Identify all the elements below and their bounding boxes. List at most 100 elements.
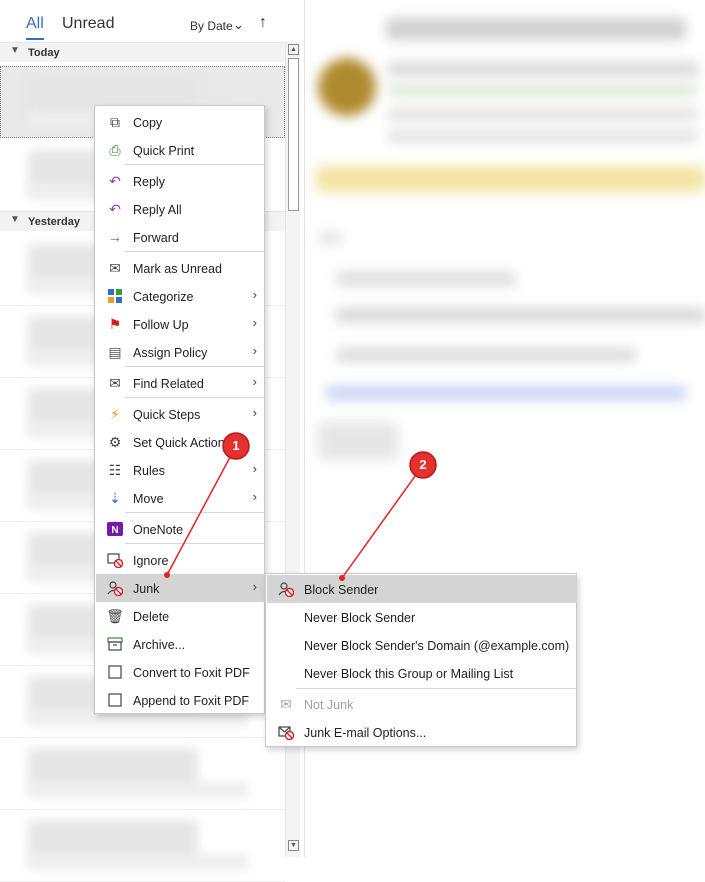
menu-item-reply[interactable]: ↶ Reply (96, 167, 265, 195)
submenu-chevron-icon: › (252, 461, 257, 476)
scroll-down-arrow-icon[interactable]: ▼ (288, 840, 299, 851)
menu-item-reply-all[interactable]: ↶ Reply All (96, 195, 265, 223)
menu-item-not-junk[interactable]: ✉ Not Junk (267, 690, 577, 718)
menu-item-label: Mark as Unread (133, 262, 222, 276)
menu-separator (125, 543, 264, 544)
menu-item-ignore[interactable]: Ignore (96, 546, 265, 574)
trash-icon: 🗑 (106, 608, 124, 624)
menu-separator (125, 251, 264, 252)
blurred-recipients (388, 84, 698, 96)
menu-item-junk-email-options[interactable]: Junk E-mail Options... (267, 718, 577, 746)
submenu-chevron-icon: › (252, 579, 257, 594)
menu-item-label: Block Sender (304, 583, 379, 597)
sort-direction-arrow-icon[interactable]: ↑ (259, 14, 267, 32)
scroll-thumb[interactable] (288, 58, 299, 211)
menu-item-label: Append to Foxit PDF (133, 694, 250, 708)
flag-icon: ⚑ (108, 316, 122, 332)
menu-item-label: Move (133, 492, 164, 506)
avatar (318, 58, 376, 116)
list-item[interactable] (0, 738, 285, 810)
callout-1-number: 1 (232, 438, 240, 453)
menu-item-label: Reply (133, 175, 165, 189)
collapse-chevron-icon[interactable]: ▼ (10, 45, 20, 56)
menu-item-copy[interactable]: ⧉ Copy (96, 108, 265, 136)
menu-item-categorize[interactable]: Categorize › (96, 282, 265, 310)
menu-item-follow-up[interactable]: ⚑ Follow Up › (96, 310, 265, 338)
blurred-line (318, 232, 342, 244)
menu-item-assign-policy[interactable]: ▤ Assign Policy › (96, 338, 265, 366)
ignore-icon (106, 552, 124, 569)
quick-print-icon: ⎙ (109, 142, 121, 158)
menu-item-move[interactable]: ⇣ Move › (96, 484, 265, 512)
blurred-line (336, 272, 516, 286)
menu-item-onenote[interactable]: N OneNote (96, 515, 265, 543)
blurred-line (336, 348, 636, 362)
junk-options-icon (277, 724, 295, 741)
collapse-chevron-icon[interactable]: ▼ (10, 214, 20, 225)
menu-item-archive[interactable]: Archive... (96, 630, 265, 658)
chevron-down-icon[interactable]: ⌄ (233, 17, 244, 33)
menu-item-label: Archive... (133, 638, 186, 652)
menu-item-mark-as-unread[interactable]: ✉ Mark as Unread (96, 254, 265, 282)
copy-icon: ⧉ (110, 114, 120, 130)
submenu-chevron-icon: › (252, 343, 257, 358)
menu-separator (125, 366, 264, 367)
menu-item-label: Find Related (133, 377, 204, 391)
envelope-icon: ✉ (109, 260, 121, 276)
menu-item-label: Categorize (133, 290, 194, 304)
menu-item-rules[interactable]: ☷ Rules › (96, 456, 265, 484)
archive-icon (106, 636, 124, 652)
menu-item-label: Assign Policy (133, 346, 208, 360)
menu-item-label: Junk E-mail Options... (304, 726, 427, 740)
menu-item-find-related[interactable]: ✉ Find Related › (96, 369, 265, 397)
menu-item-never-block-sender[interactable]: Never Block Sender (267, 603, 577, 631)
scroll-up-arrow-icon[interactable]: ▲ (288, 44, 299, 55)
menu-item-junk[interactable]: Junk › (96, 574, 265, 602)
group-label: Yesterday (28, 216, 80, 228)
tab-all[interactable]: All (26, 15, 44, 33)
envelope-icon: ✉ (280, 696, 292, 712)
group-header-today[interactable]: ▼ Today (0, 42, 285, 62)
menu-separator (296, 688, 576, 689)
blurred-link (326, 386, 686, 400)
sort-by-dropdown[interactable]: By Date (190, 19, 233, 33)
list-item[interactable] (0, 810, 285, 882)
policy-icon: ▤ (108, 344, 122, 360)
menu-item-quick-steps[interactable]: ⚡ Quick Steps › (96, 400, 265, 428)
blurred-sender (388, 62, 698, 76)
menu-item-label: Reply All (133, 203, 182, 217)
menu-separator (125, 512, 264, 513)
rules-icon: ☷ (108, 462, 122, 478)
blurred-line (336, 308, 705, 322)
menu-item-never-block-group[interactable]: Never Block this Group or Mailing List (267, 659, 577, 687)
list-header: All Unread By Date ⌄ ↑ (0, 0, 285, 42)
menu-item-block-sender[interactable]: Block Sender (267, 575, 577, 603)
submenu-chevron-icon: › (252, 287, 257, 302)
blurred-line (388, 130, 698, 142)
menu-item-label: Copy (133, 116, 163, 130)
checkbox-icon (106, 664, 124, 680)
categorize-icon (106, 288, 124, 304)
block-sender-icon (277, 581, 295, 598)
menu-item-convert-to-foxit-pdf[interactable]: Convert to Foxit PDF (96, 658, 265, 686)
checkbox-icon (106, 692, 124, 708)
forward-icon: → (108, 229, 122, 245)
submenu-chevron-icon: › (252, 405, 257, 420)
menu-item-label: Never Block this Group or Mailing List (304, 667, 514, 681)
svg-text:N: N (111, 525, 118, 536)
menu-item-label: Follow Up (133, 318, 189, 332)
menu-item-never-block-domain[interactable]: Never Block Sender's Domain (@example.co… (267, 631, 577, 659)
junk-icon (106, 580, 124, 597)
submenu-chevron-icon: › (252, 489, 257, 504)
onenote-icon: N (106, 521, 124, 537)
submenu-chevron-icon: › (252, 374, 257, 389)
menu-item-label: Forward (133, 231, 179, 245)
tab-unread[interactable]: Unread (62, 15, 114, 33)
menu-item-quick-print[interactable]: ⎙ Quick Print (96, 136, 265, 164)
menu-item-label: Convert to Foxit PDF (133, 666, 250, 680)
menu-item-append-to-foxit-pdf[interactable]: Append to Foxit PDF (96, 686, 265, 714)
menu-item-forward[interactable]: → Forward (96, 223, 265, 251)
blurred-subject (386, 18, 686, 40)
menu-item-delete[interactable]: 🗑 Delete (96, 602, 265, 630)
menu-item-label: OneNote (133, 523, 184, 537)
